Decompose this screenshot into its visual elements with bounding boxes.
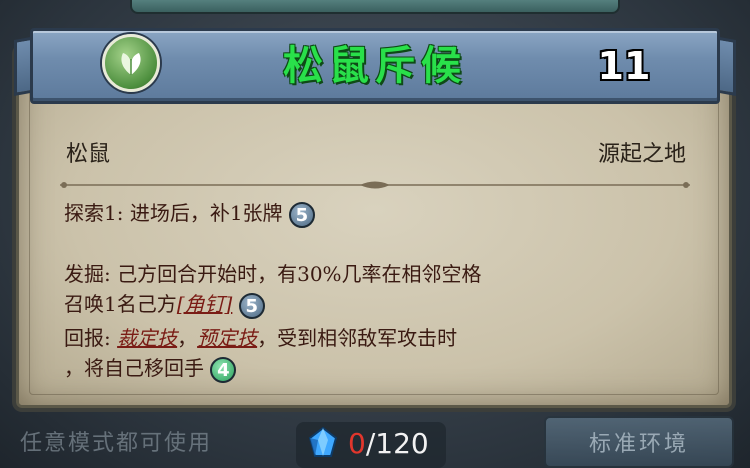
ability-payback: 回报: 裁定技，预定技，受到相邻敌军攻击时 ，将自己移回手 4 <box>64 323 457 383</box>
currency-display: 0 /120 <box>306 420 429 466</box>
keyword-link[interactable]: 裁定技 <box>117 326 177 350</box>
ability-count-badge: 5 <box>288 201 315 228</box>
ability-label: 发掘: <box>64 262 111 286</box>
currency-current: 0 <box>348 426 366 460</box>
standard-mode-button-label[interactable]: 标准环境 <box>544 426 734 458</box>
ability-text: ，将自己移回手 <box>64 356 204 380</box>
crystal-icon <box>308 426 338 457</box>
currency-max: /120 <box>365 426 429 460</box>
ability-text: 召唤1名己方 <box>64 292 177 316</box>
mode-note: 任意模式都可使用 <box>20 431 213 456</box>
ability-text: 进场后，补1张牌 <box>129 201 283 225</box>
leaf-icon-glyph <box>121 53 141 75</box>
ornamental-divider <box>60 181 690 189</box>
ability-label: 探索1: <box>64 201 124 225</box>
keyword-link[interactable]: [角钉] <box>177 292 233 316</box>
ability-excavate: 发掘: 己方回合开始时，有30%几率在相邻空格 召唤1名己方[角钉] 5 <box>64 259 482 319</box>
card-origin: 源起之地 <box>597 142 686 167</box>
keyword-link[interactable]: 预定技 <box>197 326 257 350</box>
ability-text: 己方回合开始时，有30%几率在相邻空格 <box>117 262 482 286</box>
card-cost: 11 <box>597 44 651 88</box>
card-type: 松鼠 <box>66 142 111 167</box>
card-name: 松鼠斥候 <box>283 42 467 89</box>
ability-explore: 探索1: 进场后，补1张牌 5 <box>64 198 315 228</box>
leaf-icon <box>102 34 160 92</box>
top-tab-bar[interactable] <box>130 0 620 14</box>
ability-text: ， <box>177 326 198 350</box>
ability-count-badge: 4 <box>210 356 237 383</box>
ability-label: 回报: <box>64 326 111 350</box>
card-detail-screen: 松鼠斥候 11 松鼠 源起之地 探索1: 进场后，补1张牌 5 发掘: 己方回合… <box>0 0 750 468</box>
ability-text: ，受到相邻敌军攻击时 <box>257 326 458 350</box>
ability-count-badge: 5 <box>238 292 265 319</box>
